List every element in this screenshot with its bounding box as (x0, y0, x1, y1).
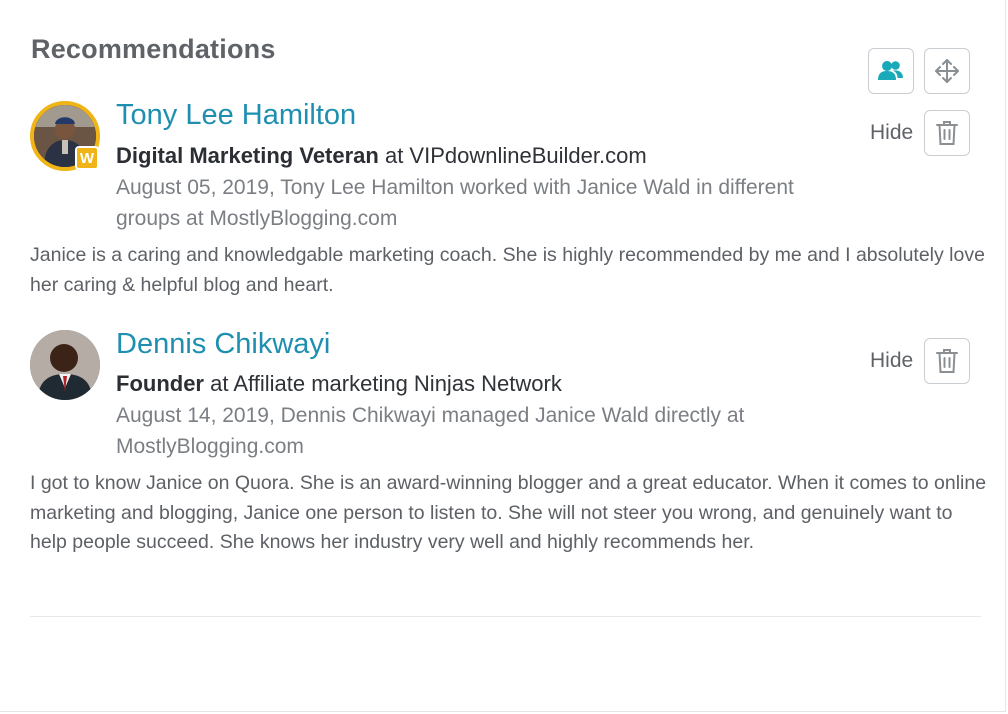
recommendations-panel: Recommendations W Tony Lee Hamilton Digi… (0, 0, 1006, 712)
hide-button[interactable]: Hide (870, 349, 913, 373)
avatar[interactable] (30, 330, 100, 400)
wordpress-badge-icon: W (75, 146, 99, 170)
move-arrows-icon (935, 59, 959, 83)
role-company: at VIPdownlineBuilder.com (378, 143, 647, 168)
recommendation-text: Janice is a caring and knowledgable mark… (30, 244, 985, 296)
role-title: Founder (116, 371, 204, 396)
recommender-name[interactable]: Tony Lee Hamilton (116, 99, 356, 132)
move-button[interactable] (924, 48, 970, 94)
divider (30, 616, 981, 617)
delete-button[interactable] (924, 110, 970, 156)
trash-icon (936, 349, 958, 373)
recommender-role: Digital Marketing Veteran at VIPdownline… (116, 143, 647, 169)
delete-button[interactable] (924, 338, 970, 384)
recommendation-meta: August 14, 2019, Dennis Chikwayi managed… (116, 404, 745, 458)
page-title: Recommendations (31, 34, 276, 64)
recommendation-meta: August 05, 2019, Tony Lee Hamilton worke… (116, 176, 794, 230)
hide-button[interactable]: Hide (870, 121, 913, 145)
trash-icon (936, 121, 958, 145)
recommender-name[interactable]: Dennis Chikwayi (116, 328, 330, 361)
role-title: Digital Marketing Veteran (116, 143, 379, 168)
people-button[interactable] (868, 48, 914, 94)
role-company: at Affiliate marketing Ninjas Network (204, 371, 562, 396)
recommender-role: Founder at Affiliate marketing Ninjas Ne… (116, 371, 562, 397)
recommendation-text: I got to know Janice on Quora. She is an… (30, 472, 987, 553)
people-icon (878, 61, 903, 80)
